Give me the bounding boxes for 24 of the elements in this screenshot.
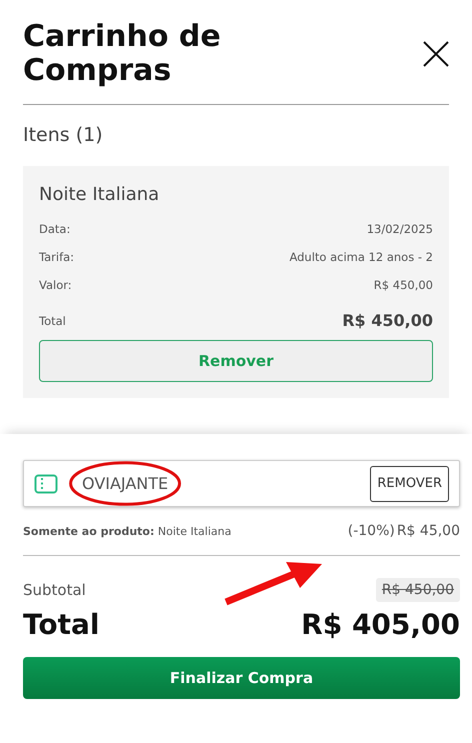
- subtotal-value: R$ 450,00: [376, 578, 460, 602]
- ticket-icon: [34, 474, 58, 494]
- items-heading: Itens (1): [23, 124, 104, 146]
- coupon-scope: Somente ao produto: Noite Italiana: [23, 524, 232, 538]
- item-name: Noite Italiana: [39, 184, 160, 205]
- close-icon[interactable]: [423, 41, 449, 67]
- discount-percent: (-10%): [348, 523, 395, 539]
- discount-value: R$ 45,00: [396, 523, 460, 539]
- item-total-label: Total: [39, 314, 66, 328]
- item-total-value: R$ 450,00: [342, 311, 433, 330]
- detail-value: R$ 450,00: [374, 278, 433, 292]
- detail-label: Valor:: [39, 278, 72, 292]
- subtotal-label: Subtotal: [23, 581, 86, 599]
- detail-value: 13/02/2025: [366, 222, 433, 236]
- detail-value: Adulto acima 12 anos - 2: [289, 250, 433, 264]
- detail-label: Tarifa:: [39, 250, 74, 264]
- remove-coupon-button[interactable]: REMOVER: [370, 466, 449, 502]
- checkout-button[interactable]: Finalizar Compra: [23, 657, 460, 699]
- coupon-code: OVIAJANTE: [82, 474, 168, 493]
- coupon-field[interactable]: OVIAJANTE REMOVER: [23, 460, 460, 507]
- total-label: Total: [23, 608, 100, 641]
- detail-label: Data:: [39, 222, 70, 236]
- total-value: R$ 405,00: [301, 608, 460, 641]
- cart-title: Carrinho de Compras: [23, 20, 222, 88]
